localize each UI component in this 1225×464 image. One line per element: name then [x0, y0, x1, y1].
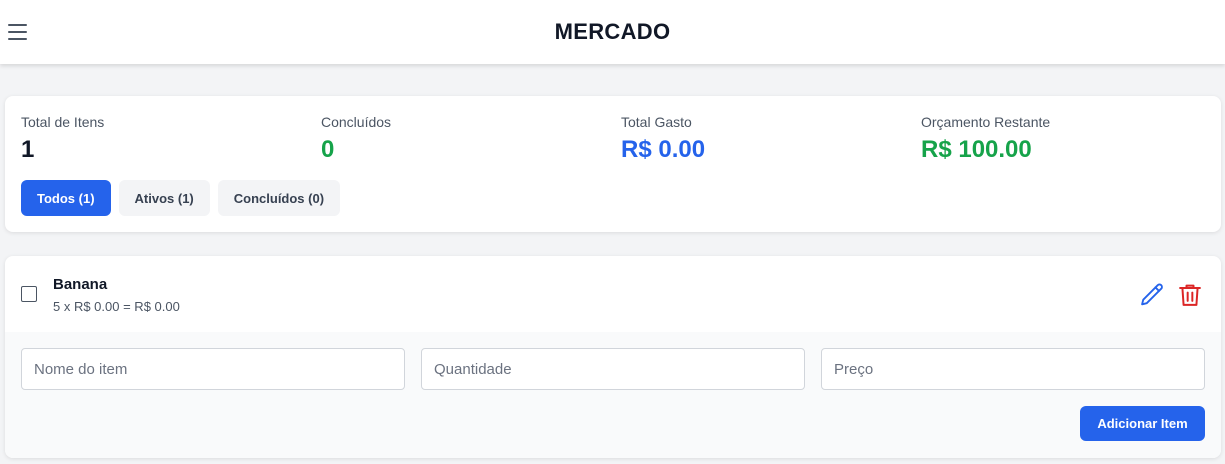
item-detail: 5 x R$ 0.00 = R$ 0.00	[53, 299, 180, 314]
stat-label: Total Gasto	[621, 114, 692, 130]
filter-all-button[interactable]: Todos (1)	[21, 180, 111, 216]
item-checkbox[interactable]	[21, 286, 37, 302]
filter-completed-button[interactable]: Concluídos (0)	[217, 180, 341, 216]
delete-button[interactable]	[1175, 280, 1205, 310]
stat-total-spent: Total Gasto R$ 0.00	[621, 114, 705, 164]
hamburger-menu-icon[interactable]	[8, 24, 27, 40]
trash-icon	[1179, 284, 1201, 306]
price-input[interactable]	[821, 348, 1205, 390]
add-item-form: Adicionar Item	[5, 332, 1221, 458]
stat-value: 0	[321, 136, 335, 163]
stat-label: Concluídos	[321, 114, 392, 130]
stat-total-items: Total de Itens 1	[21, 114, 104, 164]
item-name: Banana	[53, 276, 108, 293]
shopping-list-card: Banana 5 x R$ 0.00 = R$ 0.00 Adicionar I…	[5, 256, 1221, 458]
edit-button[interactable]	[1137, 280, 1167, 310]
app-header: MERCADO	[0, 0, 1225, 64]
filter-tabs: Todos (1) Ativos (1) Concluídos (0)	[21, 180, 341, 216]
quantity-input[interactable]	[421, 348, 805, 390]
pencil-icon	[1141, 283, 1163, 306]
page-title: MERCADO	[554, 19, 671, 44]
stats-card: Total de Itens 1 Concluídos 0 Total Gast…	[5, 96, 1221, 232]
stat-value: R$ 100.00	[921, 136, 1032, 163]
filter-active-button[interactable]: Ativos (1)	[118, 180, 210, 216]
list-item: Banana 5 x R$ 0.00 = R$ 0.00	[5, 256, 1221, 332]
stat-value: 1	[21, 136, 35, 163]
stat-completed: Concluídos 0	[321, 114, 391, 164]
stat-label: Total de Itens	[21, 114, 105, 130]
stat-value: R$ 0.00	[621, 136, 706, 163]
stat-label: Orçamento Restante	[921, 114, 1051, 130]
add-item-button[interactable]: Adicionar Item	[1080, 406, 1205, 441]
item-name-input[interactable]	[21, 348, 405, 390]
stat-remaining-budget: Orçamento Restante R$ 100.00	[921, 114, 1050, 164]
